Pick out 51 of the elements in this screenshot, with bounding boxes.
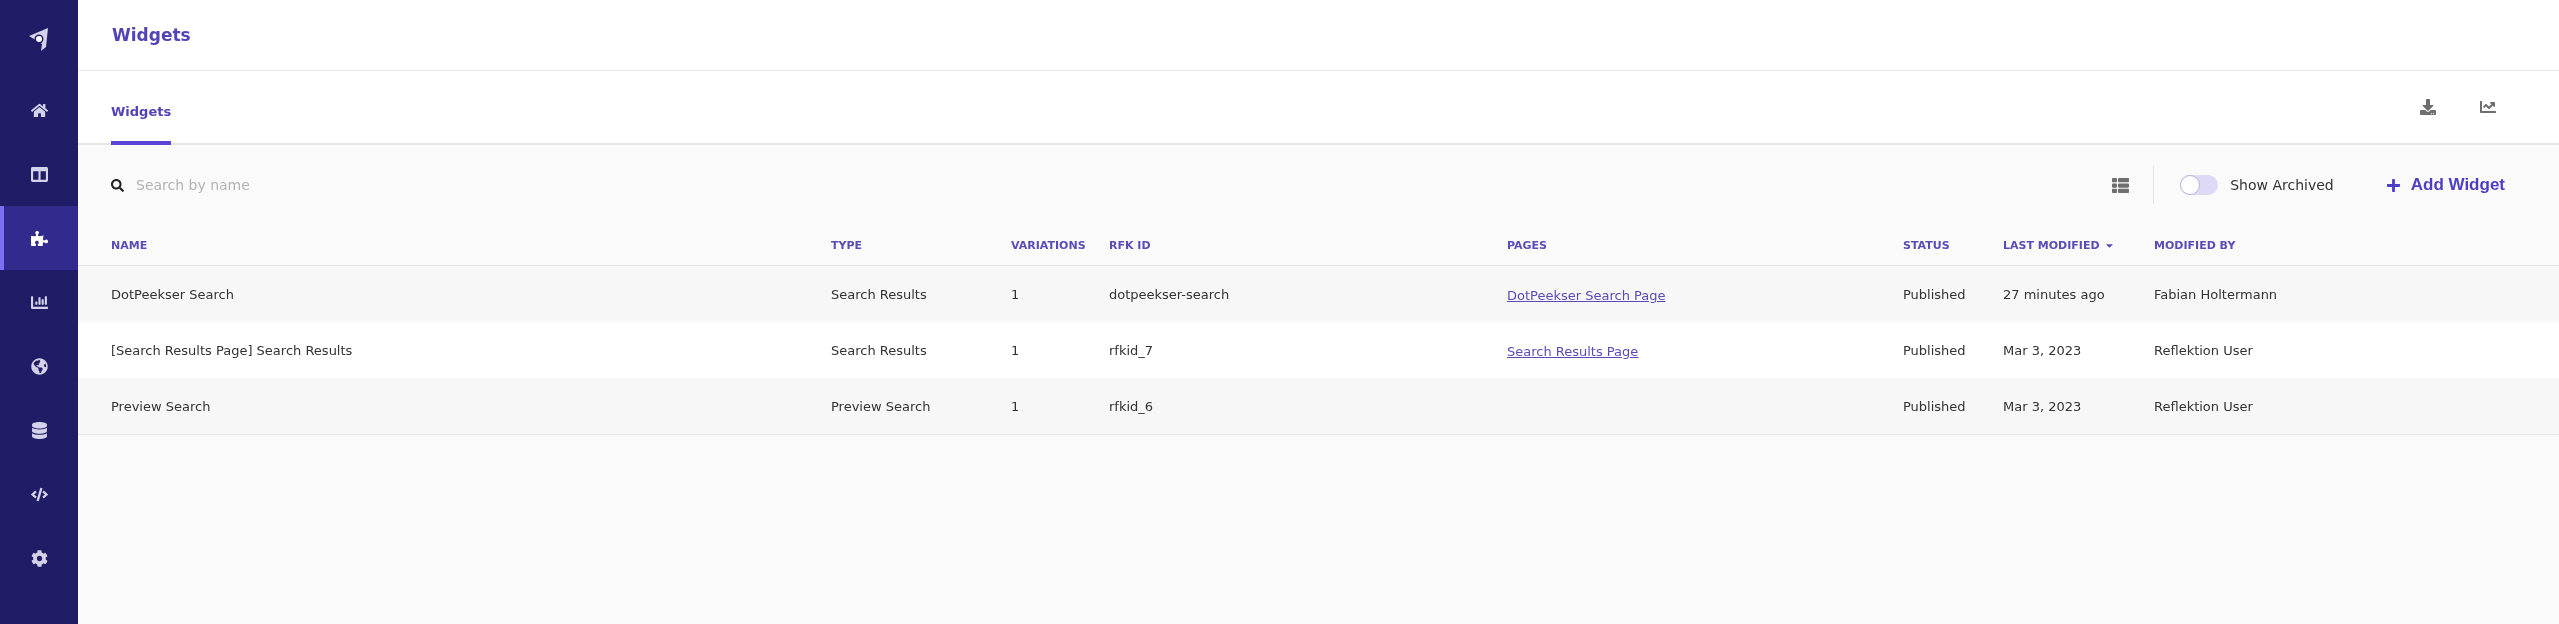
table-cell-text: 27 minutes ago [2003, 286, 2106, 302]
table-cell-text: DotPeekser Search [111, 286, 235, 302]
table-cell-text: Search Results [831, 286, 928, 302]
column-header[interactable]: MODIFIED BY [2154, 238, 2236, 252]
globe-icon [30, 357, 48, 375]
table-cell-text: 1 [1011, 342, 1021, 358]
table-cell-text: rfkid_6 [1109, 398, 1155, 414]
bar-chart-icon [30, 293, 48, 311]
table-cell-text: Reflektion User [2154, 342, 2254, 358]
table-cell-text: Mar 3, 2023 [2003, 398, 2083, 414]
chart-button[interactable] [2480, 99, 2496, 115]
table-cell-text: Published [1903, 286, 1967, 302]
sidebar-item[interactable] [0, 206, 78, 270]
table-cell-text: 1 [1011, 286, 1021, 302]
table-cell-text: Search Results [831, 342, 928, 358]
column-header[interactable]: NAME [111, 238, 148, 252]
search-icon [111, 178, 124, 192]
table-cell-text: [Search Results Page] Search Results [111, 342, 354, 358]
column-header[interactable]: TYPE [831, 238, 863, 252]
page-link[interactable]: DotPeekser Search Page [1507, 287, 1666, 303]
table-cell-text: Mar 3, 2023 [2003, 342, 2083, 358]
download-button[interactable] [2420, 99, 2436, 115]
column-header[interactable]: RFK ID [1109, 238, 1151, 252]
toggle-label: Show Archived [2230, 177, 2334, 193]
list-view-button[interactable] [2112, 176, 2130, 194]
table-cell-text: dotpeekser-search [1109, 286, 1231, 302]
table-cell-text: Reflektion User [2154, 398, 2254, 414]
column-header[interactable]: LAST MODIFIED [2003, 238, 2100, 252]
database-icon [30, 421, 48, 439]
add-widget-button[interactable]: Add Widget [2385, 175, 2505, 195]
puzzle-icon [30, 229, 48, 247]
table-cell-text: rfkid_7 [1109, 342, 1155, 358]
page-link[interactable]: Search Results Page [1507, 343, 1639, 359]
tab[interactable]: Widgets [111, 104, 172, 145]
table-cell-text: Preview Search [111, 398, 212, 414]
page-title: Widgets [112, 25, 191, 45]
column-header[interactable]: STATUS [1903, 238, 1950, 252]
home-icon [30, 101, 48, 119]
column-header[interactable]: PAGES [1507, 238, 1548, 252]
table-cell-text: Published [1903, 398, 1967, 414]
table-cell-text: Preview Search [831, 398, 932, 414]
table-cell-text: Fabian Holtermann [2154, 286, 2279, 302]
plus-icon [2385, 177, 2401, 193]
table-cell-text: Published [1903, 342, 1967, 358]
columns-icon [30, 165, 48, 183]
settings-icon [30, 549, 48, 567]
toggle-switch[interactable] [2180, 175, 2219, 195]
search-field[interactable]: Search by name [134, 176, 438, 194]
column-header[interactable]: VARIATIONS [1011, 238, 1086, 252]
code-icon [30, 485, 48, 503]
table-cell-text: 1 [1011, 398, 1021, 414]
